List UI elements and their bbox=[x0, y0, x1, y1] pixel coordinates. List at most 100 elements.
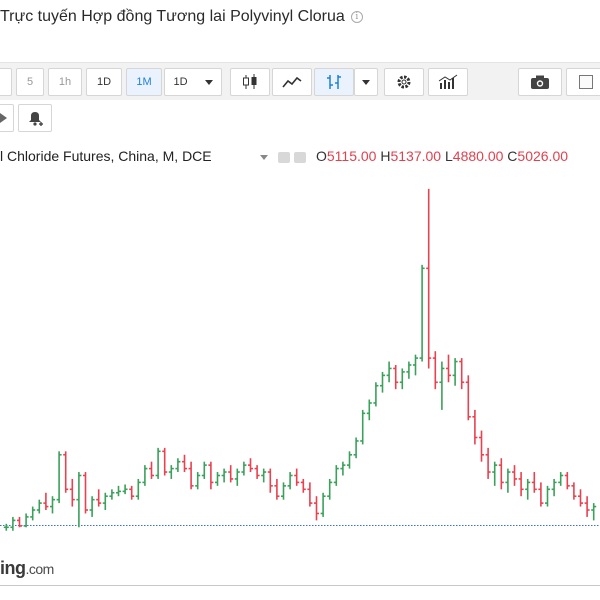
gear-icon bbox=[397, 75, 411, 89]
fullscreen-button[interactable] bbox=[566, 68, 600, 96]
ohlc-bar bbox=[261, 468, 267, 483]
ohlc-bar bbox=[76, 472, 82, 528]
ohlc-bar bbox=[340, 461, 346, 476]
ohlc-bar bbox=[432, 351, 438, 390]
ohlc-bar bbox=[56, 451, 62, 504]
symbol-label[interactable]: l Chloride Futures, China, M, DCE bbox=[0, 148, 212, 164]
ohlc-bar bbox=[452, 358, 458, 386]
bar-chart-button[interactable] bbox=[314, 68, 354, 96]
ohlc-bar bbox=[149, 461, 154, 479]
interval-button-partial[interactable] bbox=[0, 68, 12, 96]
ohlc-bar bbox=[314, 496, 319, 521]
interval-1m-button[interactable]: 1M bbox=[126, 68, 162, 96]
ohlc-bar bbox=[188, 461, 194, 490]
ohlc-bar bbox=[360, 409, 366, 445]
low-label: L bbox=[444, 148, 453, 164]
alert-add-icon bbox=[29, 112, 43, 126]
ohlc-bar bbox=[30, 506, 36, 521]
settings-small-icon[interactable] bbox=[294, 152, 306, 163]
ohlc-bar bbox=[129, 485, 135, 500]
ohlc-bar bbox=[505, 468, 511, 493]
ohlc-bar bbox=[195, 472, 201, 490]
close-value: 5026.00 bbox=[517, 148, 569, 164]
ohlc-bar bbox=[116, 485, 121, 497]
ohlc-bar bbox=[538, 482, 544, 507]
ohlc-bar bbox=[50, 496, 55, 514]
ohlc-bar bbox=[83, 472, 88, 514]
close-label: C bbox=[507, 148, 518, 164]
ohlc-bar bbox=[578, 489, 583, 507]
ohlc-bar bbox=[498, 458, 504, 490]
ohlc-bar bbox=[446, 354, 451, 383]
ohlc-bar bbox=[215, 472, 220, 486]
ohlc-bar bbox=[122, 484, 128, 495]
page-title: Trực tuyến Hợp đồng Tương lai Polyvinyl … bbox=[0, 8, 363, 26]
ohlc-bar bbox=[426, 188, 432, 369]
interval-dropdown[interactable]: 1D bbox=[164, 68, 222, 96]
ohlc-bar bbox=[254, 465, 260, 479]
fullscreen-icon bbox=[579, 75, 593, 89]
indicators-button[interactable] bbox=[428, 68, 468, 96]
ohlc-bar bbox=[241, 461, 247, 476]
high-label: H bbox=[380, 148, 391, 164]
screenshot-button[interactable] bbox=[518, 68, 562, 96]
ohlc-bar bbox=[320, 492, 326, 517]
interval-1d-button[interactable]: 1D bbox=[86, 68, 122, 96]
chevron-down-icon[interactable] bbox=[260, 155, 268, 160]
high-value: 5137.00 bbox=[390, 148, 442, 164]
ohlc-bar bbox=[274, 478, 280, 500]
candlestick-chart-button[interactable] bbox=[230, 68, 270, 96]
play-button[interactable] bbox=[0, 104, 14, 132]
chart-legend: l Chloride Futures, China, M, DCE O5115.… bbox=[0, 148, 600, 168]
open-value: 5115.00 bbox=[326, 148, 377, 164]
ohlc-bar bbox=[228, 465, 234, 483]
ohlc-bar bbox=[155, 447, 161, 479]
ohlc-bar bbox=[380, 371, 385, 393]
open-label: O bbox=[316, 148, 327, 164]
ohlc-bar bbox=[96, 489, 102, 507]
secondary-toolbar bbox=[0, 100, 600, 136]
ohlc-bar bbox=[102, 492, 108, 511]
ohlc-bar bbox=[234, 468, 240, 486]
chevron-down-icon bbox=[362, 79, 370, 85]
ohlc-bar bbox=[479, 430, 484, 462]
ohlc-bar bbox=[208, 461, 214, 490]
info-icon[interactable]: i bbox=[350, 11, 363, 23]
ohlc-bar bbox=[89, 496, 95, 517]
ohlc-bar bbox=[17, 516, 22, 528]
ohlc-bar bbox=[333, 465, 339, 486]
ohlc-bar bbox=[162, 447, 168, 476]
ohlc-bar bbox=[109, 489, 115, 500]
ohlc-bar bbox=[465, 375, 471, 421]
ohlc-bar bbox=[518, 472, 524, 497]
ohlc-bar bbox=[43, 492, 49, 511]
settings-button[interactable] bbox=[384, 68, 424, 96]
ohlc-bar bbox=[3, 523, 9, 531]
chevron-down-icon bbox=[204, 79, 213, 85]
x-axis bbox=[0, 585, 600, 600]
ohlc-bar bbox=[485, 447, 491, 479]
ohlc-bar bbox=[300, 478, 306, 493]
ohlc-readout: O5115.00 H5137.00 L4880.00 C5026.00 bbox=[316, 148, 568, 164]
price-chart[interactable] bbox=[0, 168, 600, 585]
ohlc-bar bbox=[10, 516, 16, 531]
visibility-icon[interactable] bbox=[278, 152, 290, 163]
ohlc-bar bbox=[512, 465, 517, 486]
interval-dropdown-label: 1D bbox=[173, 76, 188, 88]
chart-type-dropdown[interactable] bbox=[354, 68, 378, 96]
area-chart-button[interactable] bbox=[272, 68, 312, 96]
ohlc-bar bbox=[287, 472, 293, 490]
ohlc-bar bbox=[135, 478, 141, 500]
ohlc-bar bbox=[472, 409, 478, 445]
interval-5-button[interactable]: 5 bbox=[16, 68, 44, 96]
ohlc-bar bbox=[201, 461, 207, 479]
ohlc-bar bbox=[492, 461, 498, 486]
interval-1h-button[interactable]: 1h bbox=[48, 68, 82, 96]
candlestick-chart-icon bbox=[243, 74, 257, 89]
camera-icon bbox=[531, 75, 549, 89]
ohlc-bar bbox=[353, 437, 359, 459]
ohlc-bar bbox=[525, 478, 531, 500]
ohlc-bar bbox=[327, 478, 333, 500]
ohlc-bar bbox=[175, 458, 181, 473]
add-alert-button[interactable] bbox=[18, 104, 52, 132]
